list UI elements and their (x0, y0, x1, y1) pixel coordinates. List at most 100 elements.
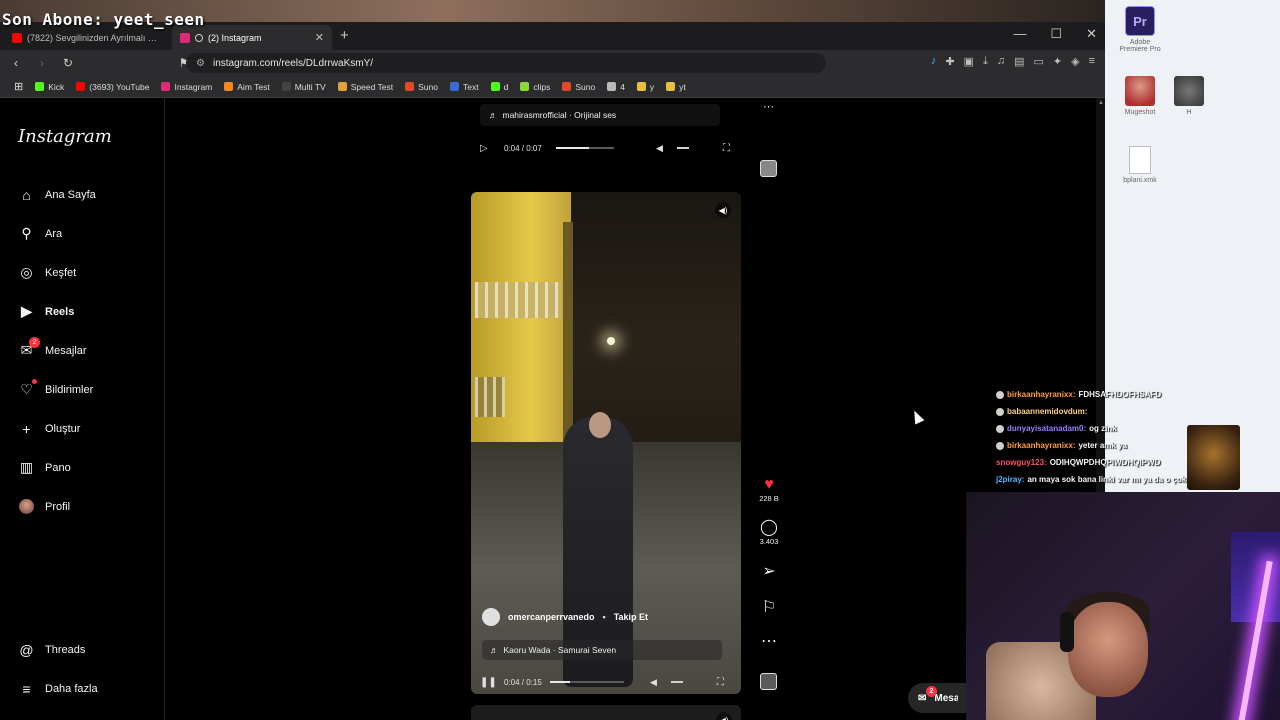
wallet-icon[interactable]: ▭ (1033, 55, 1043, 68)
instagram-logo[interactable]: Instagram (18, 126, 112, 147)
desktop-icon-mugeshot[interactable]: Mugeshot (1115, 76, 1165, 116)
volume-slider[interactable] (670, 681, 683, 683)
bookmark-item[interactable]: Suno (562, 82, 595, 92)
close-window-icon[interactable]: ✕ (1086, 26, 1097, 42)
leo-icon[interactable]: ✦ (1053, 55, 1062, 68)
forward-icon[interactable]: › (32, 56, 52, 70)
minimize-icon[interactable]: — (1013, 26, 1026, 42)
menu-icon: ≡ (22, 680, 31, 697)
sidebar-item-threads[interactable]: @ Threads (18, 641, 85, 658)
desktop-icon-premiere[interactable]: Pr Adobe Premiere Pro (1115, 6, 1165, 53)
volume-icon[interactable]: ◀ (650, 677, 657, 688)
bookmark-item[interactable]: clips (520, 82, 550, 92)
heart-icon: ♡ (18, 379, 37, 398)
back-icon[interactable]: ‹ (6, 56, 26, 70)
bookmark-item[interactable]: Multi TV (281, 81, 326, 92)
volume-icon[interactable]: ◀ (656, 143, 663, 154)
sidebar-item-reels[interactable]: ▶ Reels (18, 303, 74, 320)
close-tab-icon[interactable]: ✕ (315, 31, 324, 44)
screenshot-icon[interactable]: ▣ (964, 55, 974, 68)
save-button[interactable]: ⚐ (755, 599, 783, 617)
bookmark-item[interactable]: Aim Test (224, 82, 270, 92)
sidebar-item-label: Threads (45, 643, 86, 656)
desktop-icon-file[interactable]: bplani.xmk (1115, 146, 1165, 184)
bookmark-item[interactable]: Suno (405, 82, 438, 92)
bookmark-item[interactable]: Instagram (161, 82, 212, 92)
play-icon[interactable]: ▷ (480, 143, 494, 154)
sidebar-item-label: Bildirimler (45, 383, 94, 396)
progress-bar[interactable] (556, 147, 614, 149)
audio-thumbnail[interactable] (760, 673, 777, 690)
window-controls: — ☐ ✕ (1013, 26, 1097, 42)
chat-username: dunyayisatanadam0: (1007, 424, 1087, 433)
follow-button[interactable]: Takip Et (614, 612, 648, 622)
sidebar-icon[interactable]: ▤ (1014, 55, 1024, 68)
url-text: instagram.com/reels/DLdrrwaKsmY/ (212, 57, 374, 69)
apps-icon[interactable]: ⊞ (14, 80, 23, 93)
sidebar-item-menu[interactable]: ≡ Daha fazla (18, 680, 97, 697)
fullscreen-icon[interactable]: ⛶ (717, 677, 724, 688)
reel-audio[interactable]: ♬ Kaoru Wada · Samurai Seven (482, 640, 722, 660)
comment-button[interactable]: ◯ 3.403 (755, 519, 783, 546)
bookmark-item[interactable]: y (636, 82, 654, 92)
avatar (19, 499, 34, 514)
sidebar-item-messenger[interactable]: ✉ 2 Mesajlar (18, 337, 87, 359)
sidebar-item-home[interactable]: ⌂ Ana Sayfa (18, 186, 96, 203)
speaker-icon[interactable]: ◀) (715, 202, 731, 218)
sidebar-item-plus[interactable]: + Oluştur (18, 420, 80, 437)
menu-icon[interactable]: ≡ (1089, 55, 1095, 68)
bookmark-item[interactable]: Kick (35, 82, 64, 92)
extensions-icon[interactable]: ✚ (945, 55, 954, 68)
more-options-button[interactable]: ⋯ (755, 633, 783, 651)
maximize-icon[interactable]: ☐ (1050, 26, 1062, 42)
share-button[interactable]: ➢ (755, 563, 783, 581)
search-icon: ⚲ (21, 225, 32, 241)
volume-slider[interactable] (676, 147, 689, 149)
sidebar-item-dashboard[interactable]: ▥ Pano (18, 459, 71, 476)
download-icon[interactable]: ⤓ (983, 55, 988, 68)
bookmark-item[interactable]: Text (449, 82, 479, 92)
music-icon[interactable]: ♫ (997, 55, 1005, 68)
music-note-icon: ♬ (490, 645, 499, 655)
chat-text: ODIHQWPDHQPIWDHQIPWD (1049, 458, 1161, 467)
bookmark-label: Suno (418, 81, 438, 92)
vpn-icon[interactable]: ◈ (1071, 55, 1079, 68)
progress-bar[interactable] (550, 681, 624, 683)
desktop-icon-h[interactable]: H (1164, 76, 1214, 116)
desktop-icon-label: H (1186, 109, 1192, 116)
bookmark-item[interactable]: 4 (607, 82, 625, 92)
sidebar-item-explore[interactable]: ◎ Keşfet (18, 264, 76, 281)
read-aloud-icon[interactable]: ♪ (931, 55, 937, 68)
author-name[interactable]: omercanperrvanedo (508, 612, 595, 622)
more-options-icon[interactable]: ⋯ (763, 100, 774, 113)
bookmark-item[interactable]: Speed Test (337, 82, 393, 92)
heart-filled-icon: ♥ (764, 476, 774, 493)
bookmark-item[interactable]: yt (666, 82, 686, 92)
bookmark-icon: ⚐ (761, 599, 777, 616)
like-button[interactable]: ♥ 228 B (755, 476, 783, 503)
chat-username: j2piray: (996, 475, 1025, 484)
sidebar-item-profile[interactable]: Profil (18, 498, 70, 515)
bookmark-favicon-icon (35, 82, 45, 91)
author-avatar[interactable] (482, 608, 500, 626)
sidebar-item-heart[interactable]: ♡ Bildirimler (18, 379, 94, 398)
audio-thumbnail[interactable] (760, 160, 777, 177)
top-reel-audio[interactable]: ♬ mahirasmrofficial · Orijinal ses (480, 104, 720, 126)
next-reel-preview[interactable] (471, 705, 741, 720)
sidebar-item-label: Pano (45, 461, 71, 474)
site-settings-icon[interactable]: ⚙ (196, 58, 205, 69)
bookmark-item[interactable]: d (490, 82, 508, 92)
messages-pill[interactable]: ✉ 2 Mesajlar (908, 683, 968, 713)
url-field[interactable]: ⚙ instagram.com/reels/DLdrrwaKsmY/ (186, 53, 826, 73)
chat-text: og zink (1089, 424, 1117, 433)
pause-icon[interactable]: ❚❚ (480, 677, 497, 688)
bookmark-label: Multi TV (294, 81, 326, 92)
bookmark-label: Instagram (174, 81, 213, 92)
sidebar-item-search[interactable]: ⚲ Ara (18, 225, 62, 242)
fullscreen-icon[interactable]: ⛶ (723, 143, 730, 154)
chat-message: birkaanhayranixx: yeter amk ya (996, 437, 1208, 454)
reload-icon[interactable]: ↻ (58, 56, 78, 70)
bookmark-item[interactable]: (3693) YouTube (76, 82, 149, 92)
new-tab-button[interactable]: + (340, 27, 349, 44)
scroll-up-icon[interactable]: ▲ (1098, 100, 1104, 106)
